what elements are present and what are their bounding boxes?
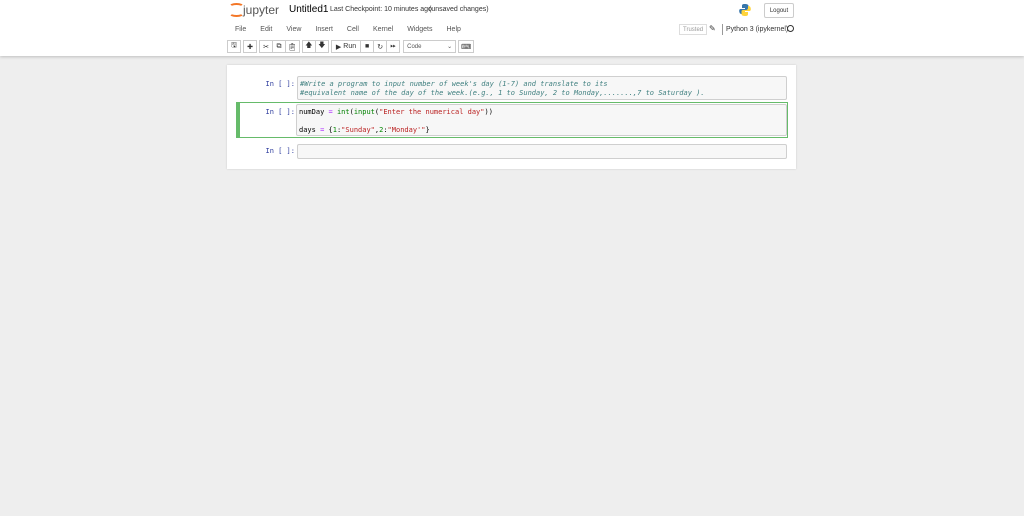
cell-type-select[interactable]: Code ⌄: [403, 40, 457, 53]
autosave-status: (unsaved changes): [429, 6, 489, 13]
menu-help[interactable]: Help: [439, 23, 467, 37]
menu-file[interactable]: File: [227, 23, 252, 37]
menubar: File Edit View Insert Cell Kernel Widget…: [227, 23, 467, 37]
run-button[interactable]: ▶ Run: [330, 40, 362, 53]
menu-view[interactable]: View: [278, 23, 307, 37]
toolbar: 🖫 ✚ ✂ ⧉ 📋︎ 🡅 🡇 ▶ Run ■ ↻ ⏩︎ Code ⌄ ⌨: [227, 40, 475, 53]
chevron-down-icon: ⌄: [447, 44, 453, 50]
notebook-title[interactable]: Untitled1: [289, 4, 328, 15]
jupyter-logo[interactable]: jupyter: [229, 3, 279, 17]
restart-run-all-button[interactable]: ⏩︎: [386, 40, 401, 53]
restart-button[interactable]: ↻: [373, 40, 388, 53]
copy-icon: ⧉: [276, 42, 282, 50]
header: jupyter Untitled1 Last Checkpoint: 10 mi…: [0, 0, 1024, 56]
keyboard-icon: ⌨: [461, 43, 472, 51]
cut-button[interactable]: ✂: [259, 40, 273, 53]
save-button[interactable]: 🖫: [227, 40, 241, 53]
code-input[interactable]: #Write a program to input number of week…: [297, 76, 787, 100]
save-icon: 🖫: [231, 42, 237, 49]
restart-icon: ↻: [377, 43, 384, 51]
copy-button[interactable]: ⧉: [272, 40, 286, 53]
fast-forward-icon: ⏩︎: [390, 42, 396, 50]
menu-widgets[interactable]: Widgets: [399, 23, 438, 37]
code-cell[interactable]: In [ ]:: [236, 143, 788, 159]
stop-icon: ■: [365, 43, 370, 50]
play-icon: ▶: [335, 43, 342, 51]
menu-insert[interactable]: Insert: [307, 23, 339, 37]
kernel-name[interactable]: Python 3 (ipykernel): [722, 24, 788, 35]
arrow-down-icon: 🡇: [318, 42, 326, 49]
arrow-up-icon: 🡅: [305, 42, 313, 49]
edit-mode-pencil-icon: ✎: [709, 24, 716, 33]
interrupt-button[interactable]: ■: [360, 40, 375, 53]
input-prompt: In [ ]:: [265, 80, 295, 88]
insert-cell-button[interactable]: ✚: [243, 40, 257, 53]
kernel-idle-indicator-icon: [787, 25, 794, 32]
menu-edit[interactable]: Edit: [252, 23, 278, 37]
input-prompt: In [ ]:: [265, 108, 295, 116]
paste-button[interactable]: 📋︎: [285, 40, 300, 53]
command-palette-button[interactable]: ⌨: [458, 40, 475, 53]
plus-icon: ✚: [247, 43, 253, 51]
input-prompt: In [ ]:: [265, 147, 295, 155]
python-logo-icon: [739, 4, 751, 16]
menu-cell[interactable]: Cell: [339, 23, 365, 37]
code-cell[interactable]: In [ ]: #Write a program to input number…: [236, 75, 788, 101]
move-down-button[interactable]: 🡇: [314, 40, 329, 53]
move-up-button[interactable]: 🡅: [301, 40, 316, 53]
logout-button[interactable]: Logout: [764, 3, 794, 18]
menu-kernel[interactable]: Kernel: [365, 23, 399, 37]
code-input[interactable]: numDay = int(input("Enter the numerical …: [296, 104, 787, 136]
trusted-badge[interactable]: Trusted: [679, 24, 708, 35]
jupyter-logo-icon: [229, 3, 244, 17]
checkpoint-status: Last Checkpoint: 10 minutes ago: [330, 6, 432, 13]
code-cell-selected[interactable]: In [ ]: numDay = int(input("Enter the nu…: [236, 102, 788, 138]
scissors-icon: ✂: [263, 43, 269, 51]
notebook-container: In [ ]: #Write a program to input number…: [227, 65, 796, 169]
code-input[interactable]: [297, 144, 787, 159]
paste-icon: 📋︎: [288, 43, 297, 51]
